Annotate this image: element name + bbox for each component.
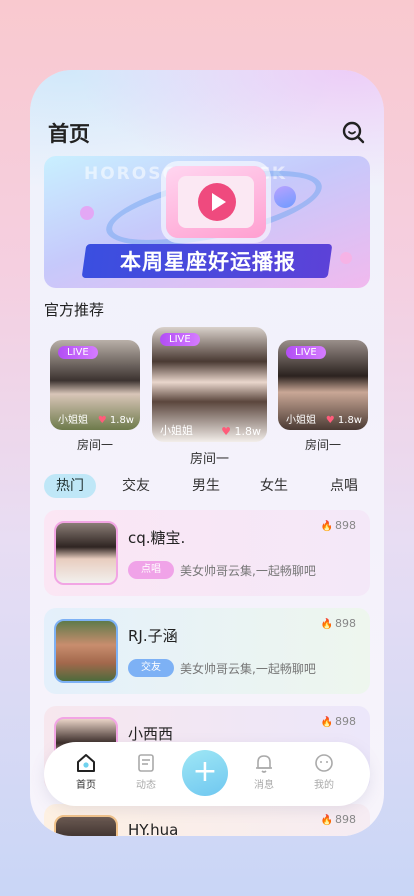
heat-count: 1.8w [326,415,362,426]
heat-count: 1.8w [98,415,134,426]
room-name: 房间一 [76,438,113,452]
tab-male[interactable]: 男生 [192,474,220,498]
smiley-icon [315,754,333,772]
room-title: HY.hua [128,821,179,836]
app-screen: 首页 HOROSCOPE LUCK 本周星座好运播报 官方推荐 LIVE 小姐姐… [30,70,384,836]
room-name: 房间一 [304,438,341,452]
heat-count: 🔥 898 [321,715,356,728]
flame-icon: 🔥 [320,521,333,532]
section-title-recommend: 官方推荐 [44,301,105,319]
banner-orb-decoration [80,206,94,220]
live-badge: LIVE [58,346,98,359]
banner-title: 本周星座好运播报 [120,250,296,274]
flame-icon: 🔥 [320,619,333,630]
category-tabs: 热门 交友 男生 女生 点唱 [44,474,374,498]
bell-icon [256,755,272,773]
room-name: 房间一 [189,452,229,467]
flame-icon: 🔥 [320,717,333,728]
avatar [54,619,118,683]
flame-icon: 🔥 [320,815,333,826]
promo-banner[interactable]: HOROSCOPE LUCK 本周星座好运播报 [44,156,370,288]
live-badge: LIVE [160,333,200,346]
host-name: 小姐姐 [58,415,88,426]
tabbar-mine-label: 我的 [314,780,334,791]
heat-count: 🔥 898 [321,617,356,630]
header: 首页 [48,118,366,148]
heat-value: 898 [335,519,356,532]
room-title: RJ.子涵 [128,627,178,645]
page-title: 首页 [48,122,90,146]
document-icon [138,754,154,772]
tab-song-request[interactable]: 点唱 [330,474,358,498]
avatar [54,815,118,836]
live-badge: LIVE [286,346,326,359]
tabbar-messages-label: 消息 [254,780,274,791]
room-list-item[interactable]: RJ.子涵 交友 美女帅哥云集,一起畅聊吧 🔥 898 [44,608,370,694]
tabbar-mine[interactable]: 我的 [302,752,346,791]
room-title: cq.糖宝. [128,529,186,547]
search-icon[interactable] [340,119,366,145]
recommend-card[interactable]: LIVE 小姐姐 1.8w [50,340,140,430]
category-badge: 点唱 [128,561,174,579]
create-plus-button[interactable]: + [182,750,228,796]
host-name: 小姐姐 [286,415,316,426]
tabbar-home-label: 首页 [76,780,96,791]
category-badge: 交友 [128,659,174,677]
avatar [54,521,118,585]
tabbar-feed-label: 动态 [136,780,156,791]
room-description: 美女帅哥云集,一起畅聊吧 [180,564,316,578]
heat-value: 898 [335,715,356,728]
room-list-item[interactable]: HY.hua 🔥 898 [44,804,370,836]
room-list-item[interactable]: cq.糖宝. 点唱 美女帅哥云集,一起畅聊吧 🔥 898 [44,510,370,596]
tabbar-feed[interactable]: 动态 [124,752,168,791]
heat-count: 🔥 898 [321,519,356,532]
banner-orb-decoration [340,252,352,264]
tab-female[interactable]: 女生 [260,474,288,498]
recommend-card[interactable]: LIVE 小姐姐 1.8w [278,340,368,430]
play-icon [198,183,236,221]
heat-value: 898 [335,617,356,630]
host-name: 小姐姐 [160,424,193,437]
heat-value: 898 [335,813,356,826]
tab-friends[interactable]: 交友 [122,474,150,498]
bottom-tab-bar: 首页 动态 + 消息 我的 [44,742,370,806]
tab-hot[interactable]: 热门 [44,474,96,498]
room-title: 小西西 [128,725,174,743]
tabbar-messages[interactable]: 消息 [242,752,286,791]
tabbar-home[interactable]: 首页 [64,752,108,791]
heat-count: 1.8w [221,425,262,438]
banner-orb-decoration [274,186,296,208]
tv-play-icon [166,166,266,238]
heat-count: 🔥 898 [321,813,356,826]
room-description: 美女帅哥云集,一起畅聊吧 [180,662,316,676]
recommend-card[interactable]: LIVE 小姐姐 1.8w [152,327,267,442]
home-icon [77,754,95,772]
